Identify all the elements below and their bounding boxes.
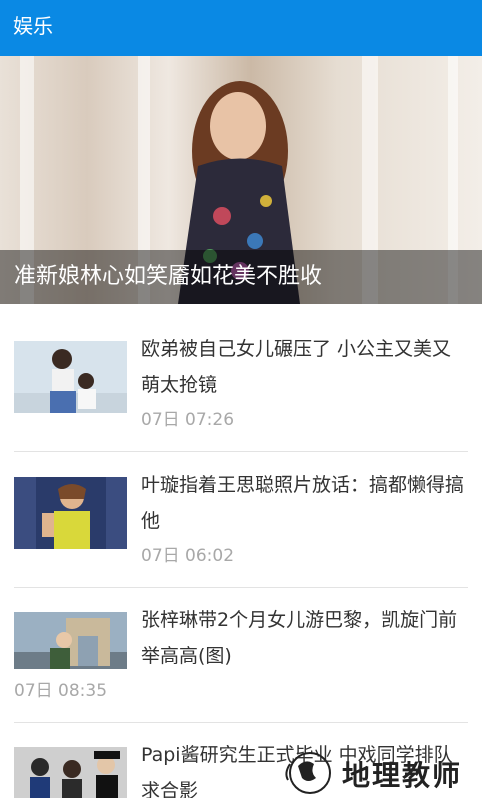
divider	[14, 451, 468, 452]
news-item[interactable]: 张梓琳带2个月女儿游巴黎，凯旋门前举高高(图) 07日 08:35	[14, 607, 468, 717]
app-header: 娱乐	[0, 0, 482, 56]
news-timestamp: 07日 06:02	[141, 546, 235, 566]
news-timestamp: 07日 07:26	[141, 410, 235, 430]
divider	[14, 722, 468, 723]
hero-caption: 准新娘林心如笑靥如花美不胜收	[14, 264, 323, 289]
news-thumbnail	[14, 612, 127, 669]
news-headline: 叶璇指着王思聪照片放话：搞都懒得搞他	[141, 474, 465, 532]
news-headline: 张梓琳带2个月女儿游巴黎，凯旋门前举高高(图)	[141, 609, 458, 667]
news-headline: 欧弟被自己女儿碾压了 小公主又美又萌太抢镜	[141, 338, 452, 396]
globe-logo-icon	[285, 752, 331, 794]
news-item[interactable]: 叶璇指着王思聪照片放话：搞都懒得搞他 07日 06:02	[14, 472, 468, 582]
hero-banner[interactable]: 准新娘林心如笑靥如花美不胜收	[0, 56, 482, 304]
site-watermark: 地理教师	[280, 748, 480, 798]
news-timestamp: 07日 08:35	[14, 681, 108, 701]
divider	[14, 587, 468, 588]
news-thumbnail	[14, 477, 127, 549]
news-thumbnail	[14, 341, 127, 413]
watermark-text: 地理教师	[342, 759, 463, 792]
page-title: 娱乐	[13, 14, 53, 38]
news-item[interactable]: 欧弟被自己女儿碾压了 小公主又美又萌太抢镜 07日 07:26	[14, 336, 468, 446]
news-thumbnail	[14, 747, 127, 798]
hero-caption-bar: 准新娘林心如笑靥如花美不胜收	[0, 250, 482, 304]
